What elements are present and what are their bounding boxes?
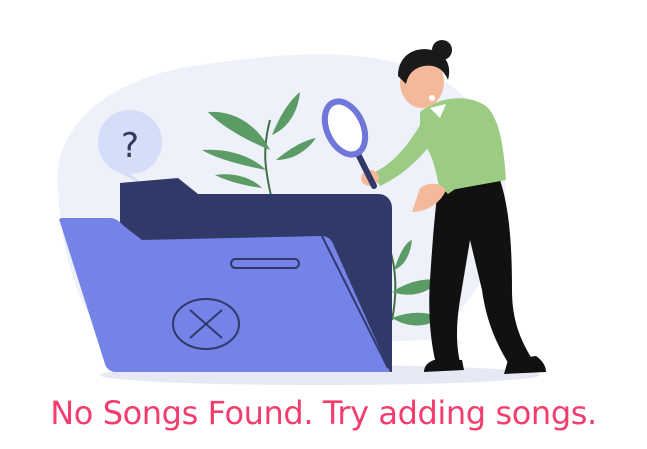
svg-text:?: ? xyxy=(121,126,139,166)
empty-state-illustration: ? xyxy=(57,40,546,385)
empty-state-message: No Songs Found. Try adding songs. xyxy=(50,394,597,432)
